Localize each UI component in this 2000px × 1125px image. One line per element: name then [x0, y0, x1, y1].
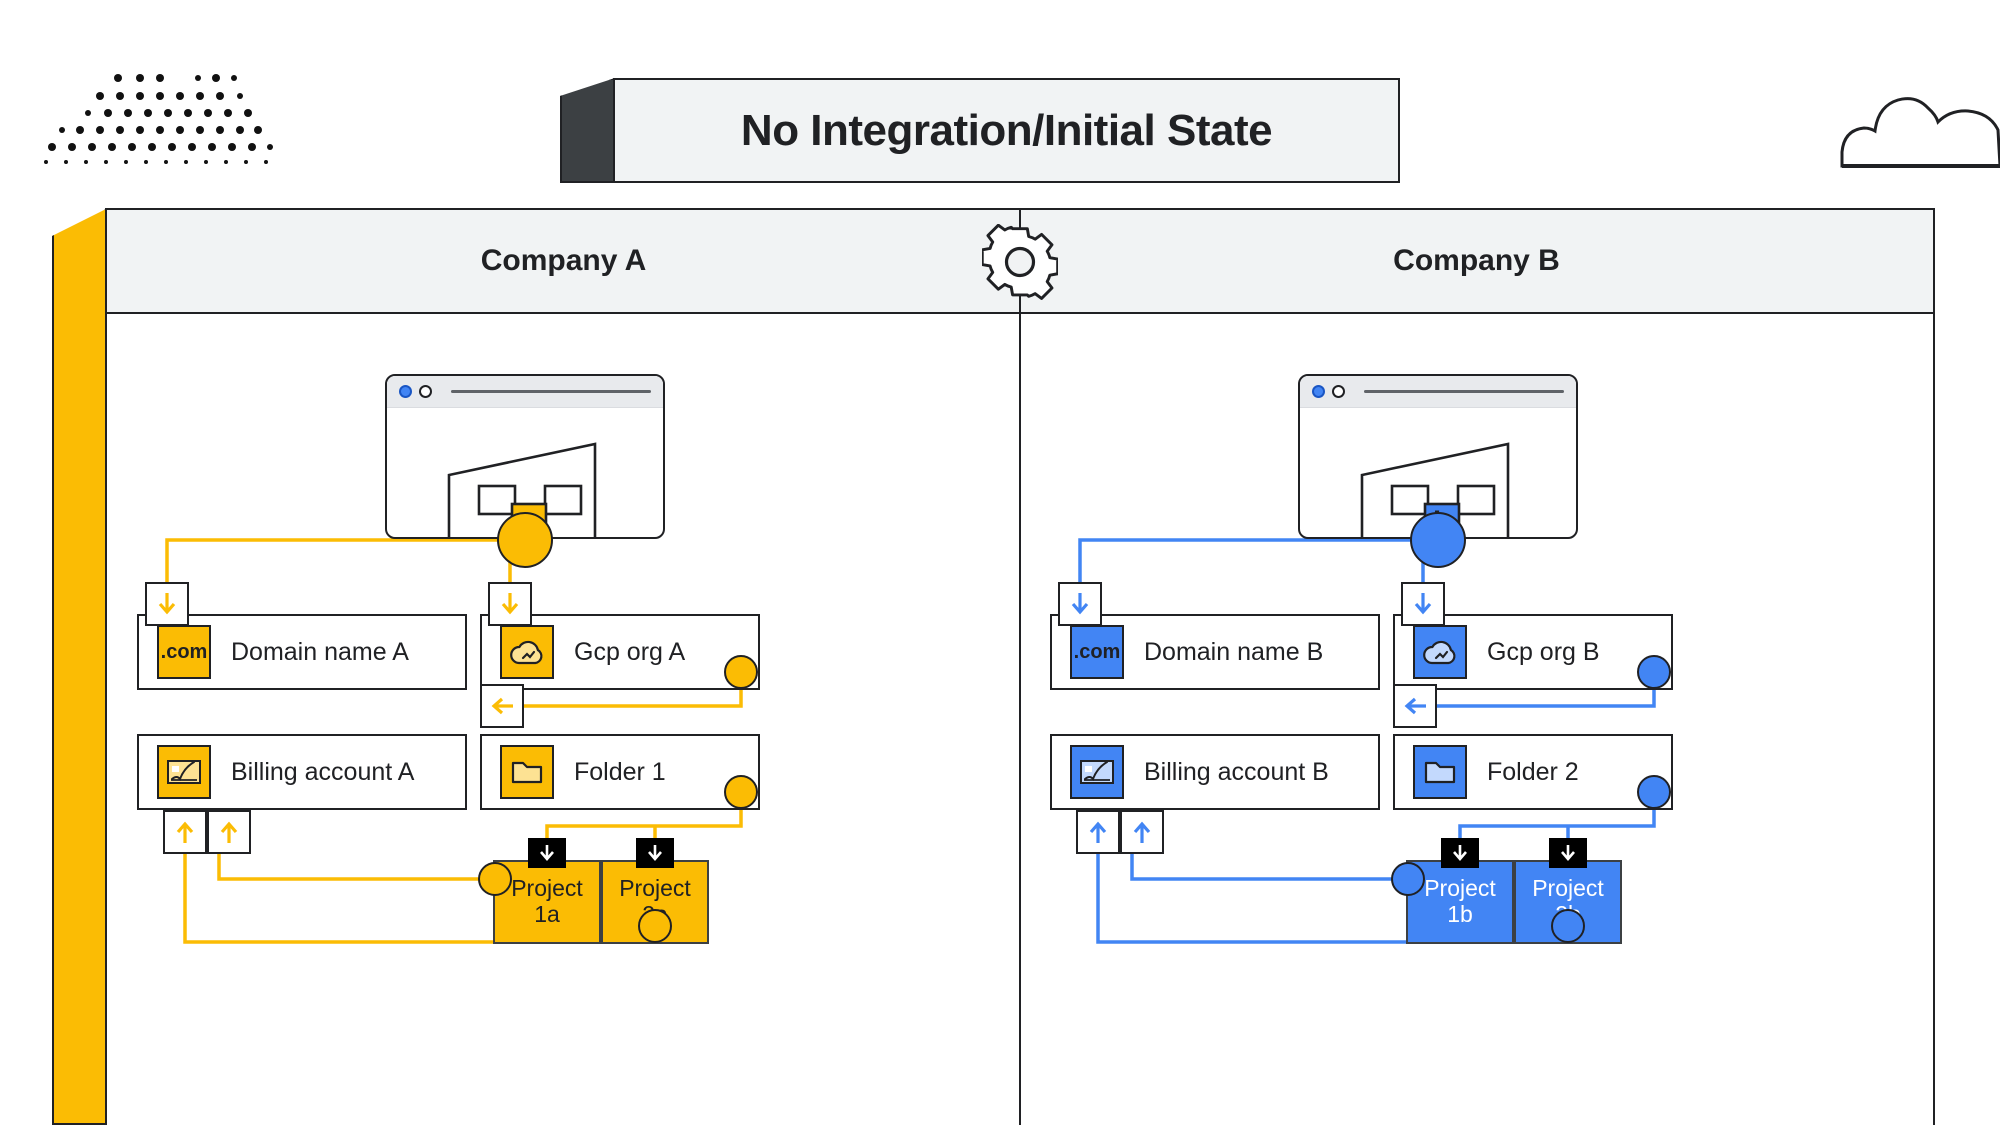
entity-billing-b[interactable]: Billing account B — [1050, 734, 1380, 810]
entity-label: Folder 2 — [1487, 757, 1579, 786]
dotcom-icon: .com — [1070, 625, 1124, 679]
billing-chart-icon — [1070, 745, 1124, 799]
company-a-title: Company A — [480, 244, 647, 277]
diagram-board: Company A Company B .com Domain name A G… — [105, 208, 1935, 1125]
gcp-cloud-icon — [1413, 625, 1467, 679]
project-line-1: Project — [1424, 875, 1496, 902]
project-line-2: 1b — [1447, 901, 1473, 927]
folder-icon — [1413, 745, 1467, 799]
project-2b-inbound-cap — [1549, 838, 1587, 868]
project-line-1: Project — [619, 875, 691, 902]
project-1b-inbound-cap — [1441, 838, 1479, 868]
title-plate: No Integration/Initial State — [560, 78, 1400, 183]
entity-label: Billing account B — [1144, 757, 1329, 786]
billing-b-outbound-arrow-box-2 — [1120, 810, 1164, 854]
company-b-title: Company B — [1393, 244, 1560, 277]
gcp-cloud-icon — [500, 625, 554, 679]
project-line-2: 1a — [534, 901, 560, 927]
project-1b-connector-node — [1391, 862, 1425, 896]
domain-b-inbound-arrow-box — [1058, 582, 1102, 626]
folder-1-inbound-arrow-box — [480, 684, 524, 728]
browser-titlebar — [1300, 376, 1576, 408]
entity-label: Domain name A — [231, 637, 409, 666]
project-line-1: Project — [1532, 875, 1604, 902]
gcporg-a-inbound-arrow-box — [488, 582, 532, 626]
entity-label: Gcp org A — [574, 637, 686, 666]
company-b-column: b .com Domain name B — [1020, 314, 1935, 1125]
entity-label: Folder 1 — [574, 757, 666, 786]
project-2b-connector-node — [1551, 909, 1585, 943]
entity-label: Gcp org B — [1487, 637, 1600, 666]
browser-address-line — [1364, 390, 1564, 393]
project-2a-connector-node — [638, 909, 672, 943]
board-side-accent — [52, 208, 108, 1125]
project-line-1: Project — [511, 875, 583, 902]
browser-titlebar — [387, 376, 663, 408]
billing-chart-icon — [157, 745, 211, 799]
gcporg-a-connector-node — [724, 655, 758, 689]
billing-a-outbound-arrow-box-2 — [207, 810, 251, 854]
folder-2-inbound-arrow-box — [1393, 684, 1437, 728]
cloud-outline-decoration — [1840, 97, 2000, 168]
entity-folder-2[interactable]: Folder 2 — [1393, 734, 1673, 810]
project-1a-inbound-cap — [528, 838, 566, 868]
folder-2-connector-node — [1637, 775, 1671, 809]
browser-dot-hollow — [1332, 385, 1345, 398]
project-1a-connector-node — [478, 862, 512, 896]
company-a-hub-node — [497, 512, 553, 568]
browser-dot-blue — [399, 385, 412, 398]
browser-address-line — [451, 390, 651, 393]
gcporg-b-inbound-arrow-box — [1401, 582, 1445, 626]
title-plate-side — [560, 78, 615, 183]
billing-a-outbound-arrow-box-1 — [163, 810, 207, 854]
gcporg-b-connector-node — [1637, 655, 1671, 689]
dotcom-icon: .com — [157, 625, 211, 679]
folder-icon — [500, 745, 554, 799]
title-plate-face: No Integration/Initial State — [613, 78, 1400, 183]
page-title: No Integration/Initial State — [740, 105, 1273, 155]
entity-folder-1[interactable]: Folder 1 — [480, 734, 760, 810]
company-a-column: a .com Domain name A — [107, 314, 1022, 1125]
halftone-dots-decoration — [44, 74, 273, 164]
project-2a-inbound-cap — [636, 838, 674, 868]
browser-dot-blue — [1312, 385, 1325, 398]
company-b-hub-node — [1410, 512, 1466, 568]
gear-icon — [980, 223, 1060, 300]
entity-label: Domain name B — [1144, 637, 1324, 666]
folder-1-connector-node — [724, 775, 758, 809]
browser-dot-hollow — [419, 385, 432, 398]
billing-b-outbound-arrow-box-1 — [1076, 810, 1120, 854]
diagram-canvas: No Integration/Initial State Company A C… — [0, 0, 2000, 1125]
entity-billing-a[interactable]: Billing account A — [137, 734, 467, 810]
domain-a-inbound-arrow-box — [145, 582, 189, 626]
entity-label: Billing account A — [231, 757, 415, 786]
